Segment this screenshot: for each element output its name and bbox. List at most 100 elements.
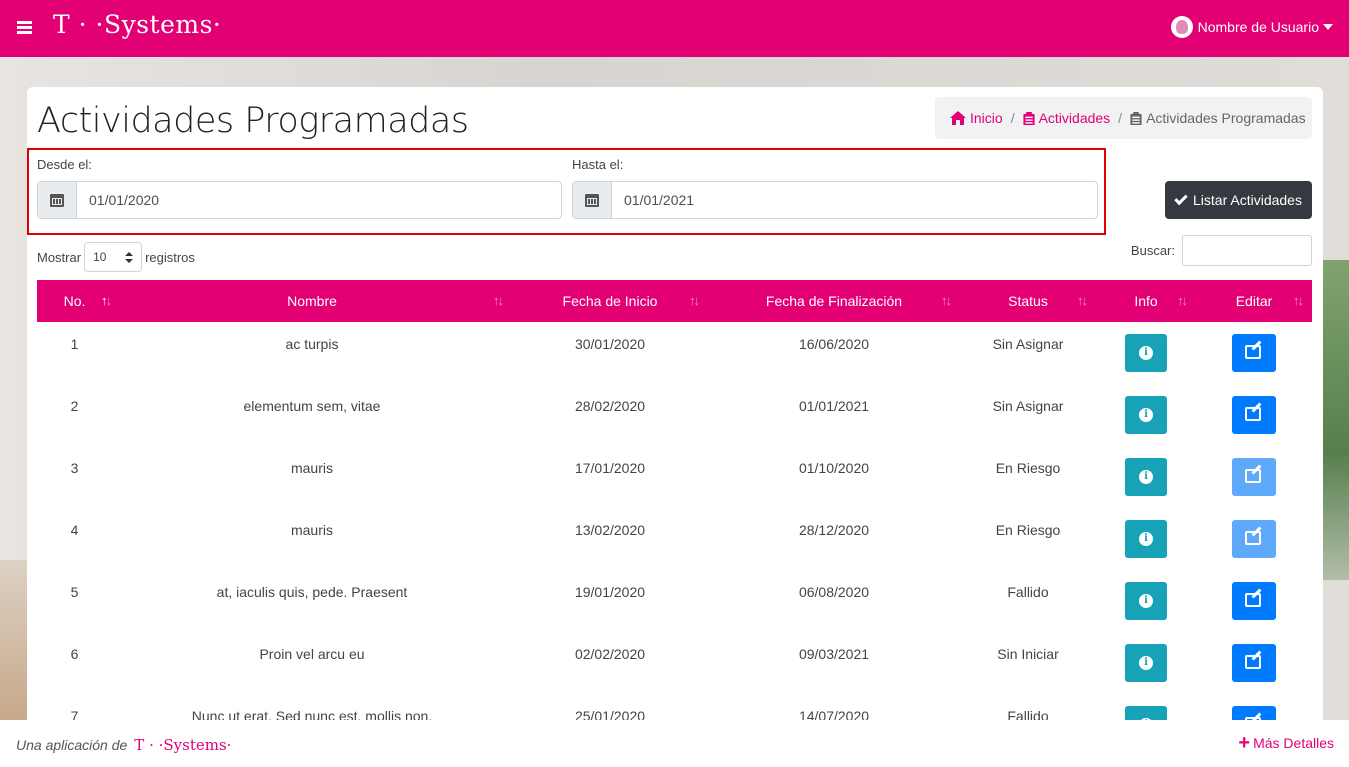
to-date-calendar[interactable]	[573, 182, 612, 218]
page-length-select[interactable]: 10	[84, 242, 143, 272]
caret-down-icon	[1323, 24, 1333, 30]
column-header-fecha-fin[interactable]: Fecha de Finalización ↑↓	[708, 280, 960, 322]
row-number: 6	[70, 646, 79, 662]
row-number: 2	[70, 398, 79, 414]
edit-icon	[1245, 593, 1261, 607]
footer-logo: T · ·Systems·	[134, 736, 232, 754]
breadcrumb-separator: /	[1010, 110, 1015, 126]
row-fecha-inicio: 02/02/2020	[574, 646, 646, 662]
calendar-icon	[50, 193, 64, 207]
table-search: Buscar:	[1131, 235, 1312, 266]
breadcrumb-current-label: Actividades Programadas	[1146, 110, 1306, 126]
info-icon: i	[1139, 594, 1153, 608]
from-date-group: 01/01/2020	[37, 181, 562, 219]
info-button[interactable]: i	[1125, 334, 1167, 372]
sort-icon: ↑↓	[101, 293, 112, 308]
more-details-link[interactable]: + Más Detalles	[1238, 732, 1334, 754]
edit-button[interactable]	[1232, 334, 1276, 372]
edit-button[interactable]	[1232, 396, 1276, 434]
calendar-icon	[585, 193, 599, 207]
search-label: Buscar:	[1130, 243, 1175, 258]
column-header-nombre[interactable]: Nombre ↑↓	[112, 280, 512, 322]
info-button[interactable]: i	[1125, 644, 1167, 682]
breadcrumb-home[interactable]: Inicio	[950, 110, 1003, 126]
edit-button[interactable]	[1232, 644, 1276, 682]
row-fecha-fin: 01/10/2020	[798, 460, 870, 476]
row-status: Sin Asignar	[992, 336, 1064, 352]
row-edit-cell	[1196, 322, 1312, 384]
row-fecha-inicio: 30/01/2020	[574, 336, 646, 352]
info-icon: i	[1139, 346, 1153, 360]
table-row: 4 mauris 13/02/2020 28/12/2020 En Riesgo i	[37, 508, 1312, 570]
row-nombre: Proin vel arcu eu	[259, 646, 365, 662]
column-header-no[interactable]: No. ↑↓	[37, 280, 112, 322]
row-edit-cell	[1196, 570, 1312, 632]
info-button[interactable]: i	[1125, 520, 1167, 558]
sort-icon: ↑↓	[689, 293, 700, 308]
column-header-editar[interactable]: Editar ↑↓	[1196, 280, 1312, 322]
sort-icon: ↑↓	[493, 293, 504, 308]
search-input[interactable]	[1182, 235, 1312, 266]
info-icon: i	[1139, 470, 1153, 484]
row-info-cell: i	[1096, 322, 1196, 384]
user-avatar-icon	[1170, 16, 1193, 38]
table-row: 1 ac turpis 30/01/2020 16/06/2020 Sin Asigna…	[37, 322, 1312, 384]
table-body: 1 ac turpis 30/01/2020 16/06/2020 Sin Asigna…	[37, 322, 1312, 756]
row-number: 4	[70, 522, 79, 538]
info-icon: i	[1139, 408, 1153, 422]
show-label: Mostrar	[37, 249, 82, 265]
edit-button[interactable]	[1232, 582, 1276, 620]
edit-button	[1232, 458, 1276, 496]
info-button[interactable]: i	[1125, 458, 1167, 496]
row-status: En Riesgo	[995, 460, 1061, 476]
row-status: Fallido	[1007, 584, 1049, 600]
row-fecha-fin: 01/01/2021	[798, 398, 870, 414]
column-header-status[interactable]: Status ↑↓	[960, 280, 1096, 322]
footer-credit: Una aplicación de T · ·Systems·	[16, 736, 231, 754]
plus-icon: +	[1238, 732, 1251, 754]
row-info-cell: i	[1096, 632, 1196, 694]
to-date-input[interactable]: 01/01/2021	[612, 182, 1097, 218]
records-label: registros	[145, 249, 195, 265]
row-info-cell: i	[1096, 384, 1196, 446]
info-icon: i	[1139, 656, 1153, 670]
menu-icon[interactable]	[17, 21, 32, 34]
to-date-group: 01/01/2021	[572, 181, 1098, 219]
edit-icon	[1245, 407, 1261, 421]
content-card: Actividades Programadas Inicio / Activid…	[27, 87, 1323, 744]
from-date-input[interactable]: 01/01/2020	[77, 182, 561, 218]
row-nombre: mauris	[290, 460, 333, 476]
row-edit-cell	[1196, 384, 1312, 446]
background-decor	[0, 560, 27, 720]
breadcrumb-activities[interactable]: Actividades	[1023, 110, 1110, 126]
sort-icon: ↑↓	[1077, 293, 1088, 308]
row-fecha-fin: 06/08/2020	[798, 584, 870, 600]
user-name: Nombre de Usuario	[1197, 19, 1319, 35]
edit-button	[1232, 520, 1276, 558]
column-header-info[interactable]: Info ↑↓	[1096, 280, 1196, 322]
row-info-cell: i	[1096, 570, 1196, 632]
row-nombre: mauris	[290, 522, 333, 538]
row-fecha-inicio: 28/02/2020	[574, 398, 646, 414]
info-button[interactable]: i	[1125, 396, 1167, 434]
background-plant	[1321, 260, 1349, 580]
sort-down-icon	[125, 259, 134, 263]
row-info-cell: i	[1096, 508, 1196, 570]
column-header-fecha-inicio[interactable]: Fecha de Inicio ↑↓	[512, 280, 708, 322]
row-number: 1	[70, 336, 79, 352]
check-icon	[1174, 191, 1188, 205]
row-fecha-fin: 09/03/2021	[798, 646, 870, 662]
from-date-calendar[interactable]	[38, 182, 77, 218]
row-fecha-inicio: 13/02/2020	[574, 522, 646, 538]
info-button[interactable]: i	[1125, 582, 1167, 620]
row-status: Sin Asignar	[992, 398, 1064, 414]
brand-logo[interactable]: T · ·Systems·	[53, 10, 221, 39]
table-header-row: No. ↑↓ Nombre ↑↓ Fecha de Inicio ↑↓ Fecha d…	[37, 280, 1312, 322]
top-navbar: T · ·Systems· Nombre de Usuario	[0, 0, 1349, 57]
row-edit-cell	[1196, 446, 1312, 508]
list-activities-button[interactable]: Listar Actividades	[1165, 181, 1312, 219]
user-menu[interactable]: Nombre de Usuario	[1170, 16, 1333, 38]
row-nombre: elementum sem, vitae	[243, 398, 381, 414]
breadcrumb-separator: /	[1118, 110, 1123, 126]
row-fecha-fin: 28/12/2020	[798, 522, 870, 538]
